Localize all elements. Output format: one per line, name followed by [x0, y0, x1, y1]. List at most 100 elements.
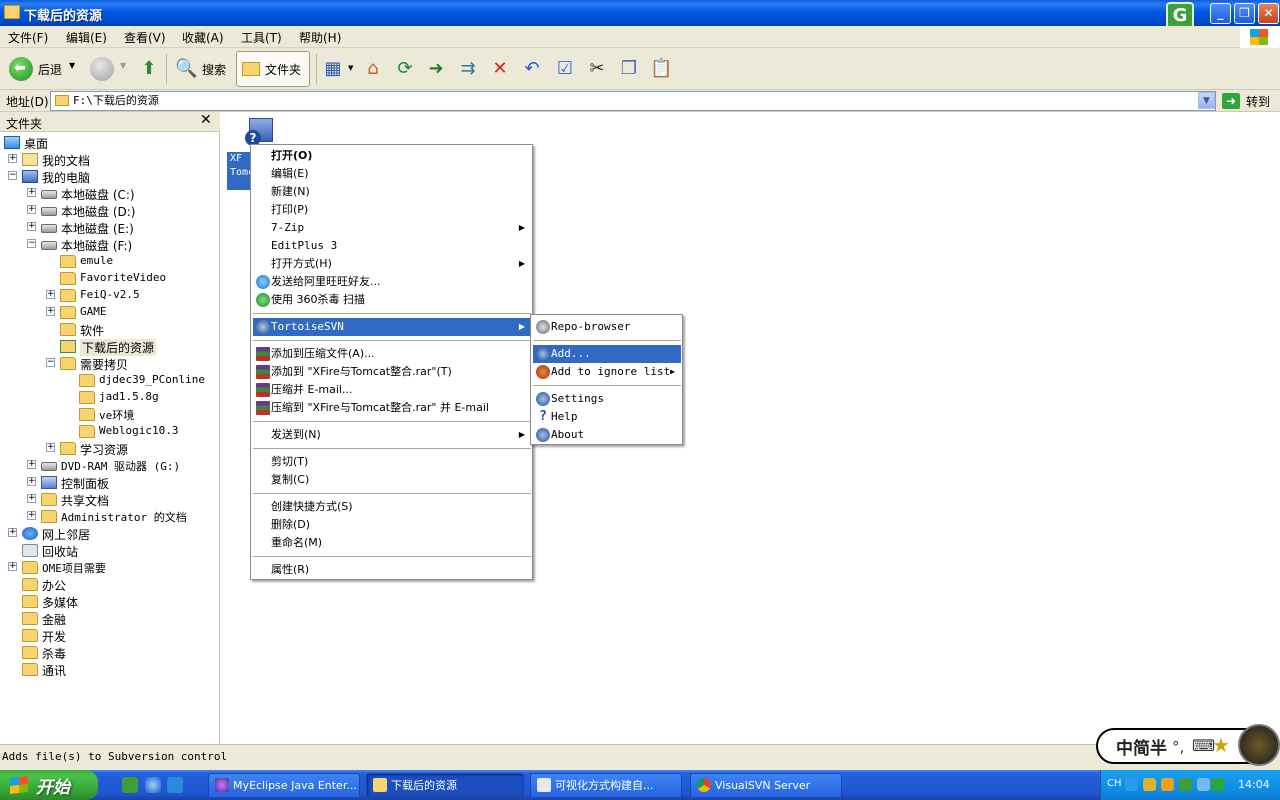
menu-item-17[interactable]: 发送到(N) ▶	[253, 426, 531, 444]
expand-icon[interactable]: +	[27, 205, 36, 214]
go-button-label[interactable]: 转到	[1246, 93, 1270, 110]
tree-item[interactable]: − 我的电脑	[0, 168, 218, 185]
tree-item[interactable]: emule	[0, 253, 218, 270]
tree-item[interactable]: 回收站	[0, 542, 218, 559]
collapse-icon[interactable]: −	[46, 358, 55, 367]
go-arrow-icon[interactable]: ➜	[1222, 93, 1240, 109]
menu-item-15[interactable]: 压缩到 "XFire与Tomcat整合.rar" 并 E-mail	[253, 399, 531, 417]
tree-item[interactable]: 软件	[0, 321, 218, 338]
tree-item[interactable]: + DVD-RAM 驱动器 (G:)	[0, 457, 218, 474]
menu-item-26[interactable]: 属性(R)	[253, 561, 531, 579]
menu-item-0[interactable]: 打开(O)	[253, 147, 531, 165]
clock[interactable]: 14:04	[1238, 778, 1270, 791]
ime-mode-label[interactable]: 中简半	[1116, 734, 1167, 759]
selected-file-label[interactable]: XF Tomc	[227, 152, 251, 190]
help-tray-icon[interactable]	[1125, 778, 1138, 791]
menu-help[interactable]: 帮助(H)	[299, 29, 341, 46]
expand-icon[interactable]: +	[8, 562, 17, 571]
menu-item-5[interactable]: EditPlus 3	[253, 237, 531, 255]
start-button[interactable]: 开始	[0, 770, 98, 800]
tree-item[interactable]: 多媒体	[0, 593, 218, 610]
tree-item[interactable]: + 本地磁盘 (E:)	[0, 219, 218, 236]
menu-file[interactable]: 文件(F)	[8, 29, 48, 46]
menu-favorites[interactable]: 收藏(A)	[182, 29, 224, 46]
expand-icon[interactable]: +	[27, 477, 36, 486]
delete-icon[interactable]: ✕	[489, 58, 511, 80]
menu-item-7[interactable]: 发送给阿里旺旺好友...	[253, 273, 531, 291]
expand-icon[interactable]: +	[27, 188, 36, 197]
views-icon[interactable]: ▦	[322, 58, 344, 80]
tree-item[interactable]: ve环境	[0, 406, 218, 423]
tree-item[interactable]: + 学习资源	[0, 440, 218, 457]
menu-item-2[interactable]: Add...	[533, 345, 681, 363]
tree-item[interactable]: Weblogic10.3	[0, 423, 218, 440]
tree-item[interactable]: + 网上邻居	[0, 525, 218, 542]
tree-item[interactable]: jad1.5.8g	[0, 389, 218, 406]
menu-tools[interactable]: 工具(T)	[241, 29, 282, 46]
ime-punct-icon[interactable]: °,	[1172, 738, 1184, 756]
tree-item[interactable]: + FeiQ-v2.5	[0, 287, 218, 304]
tree-item[interactable]: 桌面	[0, 134, 218, 151]
cut-icon[interactable]: ✂	[586, 58, 608, 80]
expand-icon[interactable]: +	[27, 460, 36, 469]
menu-item-3[interactable]: Add to ignore list ▶	[533, 363, 681, 381]
expand-icon[interactable]: +	[46, 443, 55, 452]
tree-item[interactable]: + 控制面板	[0, 474, 218, 491]
taskbar-button[interactable]: MyEclipse Java Enter...	[208, 773, 360, 798]
taskbar-button[interactable]: 下载后的资源	[366, 773, 524, 798]
tree-item[interactable]: + GAME	[0, 304, 218, 321]
minimize-button[interactable]: _	[1210, 3, 1231, 24]
menu-item-5[interactable]: Settings	[533, 390, 681, 408]
expand-icon[interactable]: +	[46, 307, 55, 316]
close-pane-icon[interactable]: ✕	[200, 112, 212, 128]
copy-icon[interactable]: ❐	[618, 58, 640, 80]
forward-dropdown-icon[interactable]: ▼	[120, 61, 126, 70]
expand-icon[interactable]: +	[46, 290, 55, 299]
tree-item[interactable]: 杀毒	[0, 644, 218, 661]
back-dropdown-icon[interactable]: ▼	[69, 61, 75, 70]
expand-icon[interactable]: +	[8, 154, 17, 163]
properties-icon[interactable]: ☑	[554, 58, 576, 80]
tree-item[interactable]: 金融	[0, 610, 218, 627]
tree-item[interactable]: + 我的文档	[0, 151, 218, 168]
address-dropdown-icon[interactable]: ▼	[1198, 92, 1215, 109]
up-folder-icon[interactable]: ⬆	[138, 58, 160, 80]
menu-item-22[interactable]: 创建快捷方式(S)	[253, 498, 531, 516]
tree-item[interactable]: 开发	[0, 627, 218, 644]
ie-quicklaunch-icon[interactable]	[145, 777, 161, 793]
menu-item-10[interactable]: TortoiseSVN ▶	[253, 318, 531, 336]
menu-item-12[interactable]: 添加到压缩文件(A)...	[253, 345, 531, 363]
menu-item-23[interactable]: 删除(D)	[253, 516, 531, 534]
menu-item-6[interactable]: ? Help	[533, 408, 681, 426]
tree-item[interactable]: + 共享文档	[0, 491, 218, 508]
search-icon[interactable]: 🔍	[175, 58, 197, 80]
restore-button[interactable]: ❐	[1234, 3, 1255, 24]
menu-item-0[interactable]: Repo-browser	[533, 318, 681, 336]
menu-item-19[interactable]: 剪切(T)	[253, 453, 531, 471]
tree-item-selected[interactable]: 下载后的资源	[0, 338, 218, 356]
tree-item[interactable]: FavoriteVideo	[0, 270, 218, 287]
menu-item-3[interactable]: 打印(P)	[253, 201, 531, 219]
menu-item-6[interactable]: 打开方式(H) ▶	[253, 255, 531, 273]
forward-arrow-icon[interactable]	[90, 57, 114, 81]
menu-item-14[interactable]: 压缩并 E-mail...	[253, 381, 531, 399]
ime-toolbar[interactable]: 中简半 °, ⌨ ★	[1096, 724, 1280, 766]
expand-icon[interactable]: +	[27, 511, 36, 520]
menu-view[interactable]: 查看(V)	[124, 29, 166, 46]
back-button-label[interactable]: 后退	[38, 61, 62, 78]
ime-star-icon[interactable]: ★	[1212, 733, 1230, 757]
tree-item[interactable]: 办公	[0, 576, 218, 593]
title-bar[interactable]: 下载后的资源 G _ ❐ ✕	[0, 0, 1280, 30]
taskbar-button[interactable]: 可视化方式构建自...	[530, 773, 682, 798]
views-dropdown-icon[interactable]: ▼	[348, 64, 353, 72]
tree-item[interactable]: djdec39_PConline	[0, 372, 218, 389]
warning-tray-icon[interactable]	[1161, 778, 1174, 791]
menu-item-4[interactable]: 7-Zip ▶	[253, 219, 531, 237]
expand-icon[interactable]: +	[8, 528, 17, 537]
move-to-icon[interactable]: ➜	[425, 58, 447, 80]
security-tray-icon[interactable]	[1211, 778, 1224, 791]
tree-item[interactable]: − 需要拷贝	[0, 355, 218, 372]
qq-tray-icon[interactable]	[1143, 778, 1156, 791]
desktop-quicklaunch-icon[interactable]	[167, 777, 183, 793]
address-input[interactable]: F:\下载后的资源	[50, 91, 1216, 111]
